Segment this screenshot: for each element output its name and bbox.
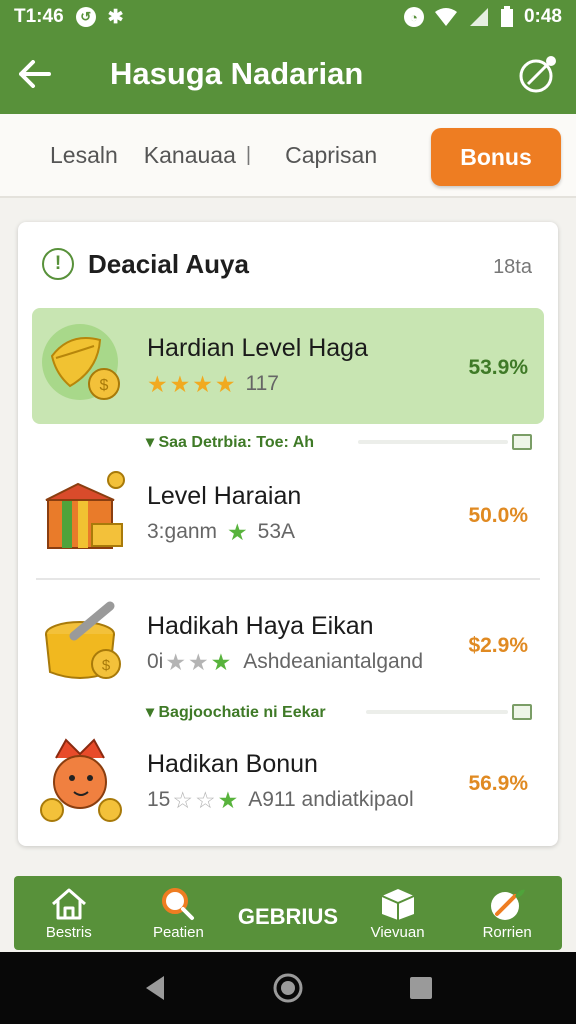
item-name: Hadikan Bonun bbox=[147, 750, 318, 778]
item-percent: 50.0% bbox=[468, 504, 528, 527]
item-sub-suffix: Ashdeaniantalgand bbox=[243, 650, 424, 673]
item-name: Level Haraian bbox=[147, 482, 302, 510]
nav-item-rorrien[interactable]: Rorrien bbox=[452, 876, 562, 950]
nav-label: Bestris bbox=[45, 923, 92, 941]
page-title: Hasuga Nadarian bbox=[110, 56, 364, 91]
star-icon: ★ bbox=[217, 786, 239, 813]
leaf-icon bbox=[491, 889, 526, 920]
svg-text:$: $ bbox=[102, 657, 111, 674]
item-sub-suffix: 53A bbox=[257, 520, 296, 543]
nav-item-peatien[interactable]: Peatien bbox=[124, 876, 234, 950]
arrow-left-icon bbox=[19, 60, 51, 88]
star-icon: ★ bbox=[165, 648, 186, 675]
gift-box-icon bbox=[45, 471, 125, 549]
star-icon: ★ bbox=[192, 370, 213, 397]
tab-kanauaa[interactable]: Kanauaa bbox=[144, 142, 236, 169]
tab-bar: Lesaln Kanauaa | Caprisan Bonus bbox=[0, 114, 576, 198]
status-bar: T1:46 ↺ ✱ ◔ 0:48 bbox=[0, 0, 576, 34]
item-note: ▾ Saa Detrbia: Toe: Ah bbox=[146, 434, 315, 451]
svg-text:$: $ bbox=[100, 377, 109, 394]
card-meta: 18ta bbox=[493, 256, 532, 278]
status-time-left: T1:46 bbox=[14, 6, 64, 27]
nav-label: Peatien bbox=[152, 923, 204, 941]
back-button[interactable] bbox=[0, 34, 70, 114]
note-text: Saa Detrbia: Toe: Ah bbox=[158, 434, 315, 451]
item-sub: 15 ☆ ☆ ★ A911 andiatkipaol bbox=[147, 788, 414, 812]
list-item[interactable]: Hadikan Bonun 15 ☆ ☆ ★ A911 andiatkipaol… bbox=[32, 724, 544, 840]
star-icon: ★ bbox=[210, 648, 232, 675]
card-title: Deacial Auya bbox=[88, 248, 249, 279]
tab-separator: | bbox=[245, 143, 252, 166]
star-icon: ☆ bbox=[172, 786, 193, 813]
bottom-nav: Bestris Peatien GEBRIUS Vievuan Rorrien bbox=[14, 876, 562, 950]
system-nav-bar bbox=[0, 952, 576, 1024]
fox-mascot-icon bbox=[40, 738, 122, 822]
mortar-pot-icon: $ bbox=[45, 601, 121, 679]
tab-bonus[interactable]: Bonus bbox=[431, 128, 561, 186]
item-name: Hardian Level Haga bbox=[147, 334, 368, 362]
status-time-right: 0:48 bbox=[523, 6, 562, 27]
recents-square-icon[interactable] bbox=[408, 975, 434, 1001]
checkbox-icon bbox=[512, 704, 532, 720]
item-percent: 53.9% bbox=[468, 356, 528, 379]
item-name: Hadikah Haya Eikan bbox=[147, 612, 374, 640]
nav-item-bestris[interactable]: Bestris bbox=[14, 876, 124, 950]
item-percent: 56.9% bbox=[468, 772, 528, 795]
bluetooth-icon: ✱ bbox=[107, 6, 124, 28]
item-sub-prefix: 15 bbox=[147, 788, 171, 811]
item-sub: ★ ★ ★ ★ 117 bbox=[147, 372, 279, 396]
star-icon: ★ bbox=[187, 648, 209, 675]
item-sub-prefix: 3:ganm bbox=[147, 520, 218, 543]
notification-icon: ↺ bbox=[75, 7, 96, 27]
check-icon bbox=[512, 434, 532, 450]
item-note: ▾ Bagjoochatie ni Eekar bbox=[146, 704, 326, 721]
alarm-icon: ◔ bbox=[403, 7, 424, 27]
divider bbox=[36, 578, 540, 580]
star-icon: ★ bbox=[227, 518, 248, 545]
item-sub-prefix: 0i bbox=[147, 650, 164, 673]
note-divider bbox=[358, 440, 508, 444]
star-icon: ★ bbox=[169, 370, 191, 397]
app-bar: Hasuga Nadarian bbox=[0, 34, 576, 114]
list-item[interactable]: $ Hardian Level Haga ★ ★ ★ ★ 117 53.9% bbox=[32, 308, 544, 424]
battery-icon bbox=[500, 6, 513, 27]
list-item[interactable]: Level Haraian 3:ganm ★ 53A 50.0% bbox=[32, 456, 544, 572]
star-icon: ★ bbox=[147, 370, 168, 397]
nav-center-label[interactable]: GEBRIUS bbox=[233, 876, 343, 950]
item-sub: 0i ★ ★ ★ Ashdeaniantalgand bbox=[147, 650, 423, 674]
edit-button[interactable] bbox=[518, 54, 558, 94]
tab-caprisan[interactable]: Caprisan bbox=[285, 142, 377, 169]
home-icon bbox=[51, 888, 86, 919]
wifi-icon bbox=[434, 8, 457, 26]
note-divider bbox=[366, 710, 508, 714]
nav-label: Rorrien bbox=[482, 923, 532, 941]
nav-label: Vievuan bbox=[370, 923, 425, 941]
edit-icon bbox=[519, 56, 556, 93]
home-circle-icon[interactable] bbox=[272, 972, 304, 1004]
note-text: Bagjoochatie ni Eekar bbox=[158, 704, 326, 721]
info-icon: ! bbox=[42, 248, 74, 280]
star-icon: ★ bbox=[214, 370, 236, 397]
signal-icon bbox=[469, 8, 488, 26]
star-icon: ☆ bbox=[194, 786, 216, 813]
box-icon bbox=[381, 888, 414, 920]
list-item[interactable]: $ Hadikah Haya Eikan 0i ★ ★ ★ Ashdeanian… bbox=[32, 586, 544, 702]
golden-leaf-coins-icon: $ bbox=[42, 324, 120, 400]
bonus-card: ! Deacial Auya 18ta $ Hardian Level Haga… bbox=[18, 222, 558, 846]
card-header: ! Deacial Auya bbox=[42, 248, 249, 280]
item-sub-suffix: A911 andiatkipaol bbox=[248, 788, 414, 811]
item-sub: 3:ganm ★ 53A bbox=[147, 520, 295, 544]
item-percent: $2.9% bbox=[468, 634, 528, 657]
back-triangle-icon[interactable] bbox=[142, 974, 168, 1002]
rating-count: 117 bbox=[245, 372, 279, 395]
nav-item-vievuan[interactable]: Vievuan bbox=[343, 876, 453, 950]
search-icon bbox=[162, 887, 195, 920]
tab-lesaln[interactable]: Lesaln bbox=[50, 142, 118, 169]
